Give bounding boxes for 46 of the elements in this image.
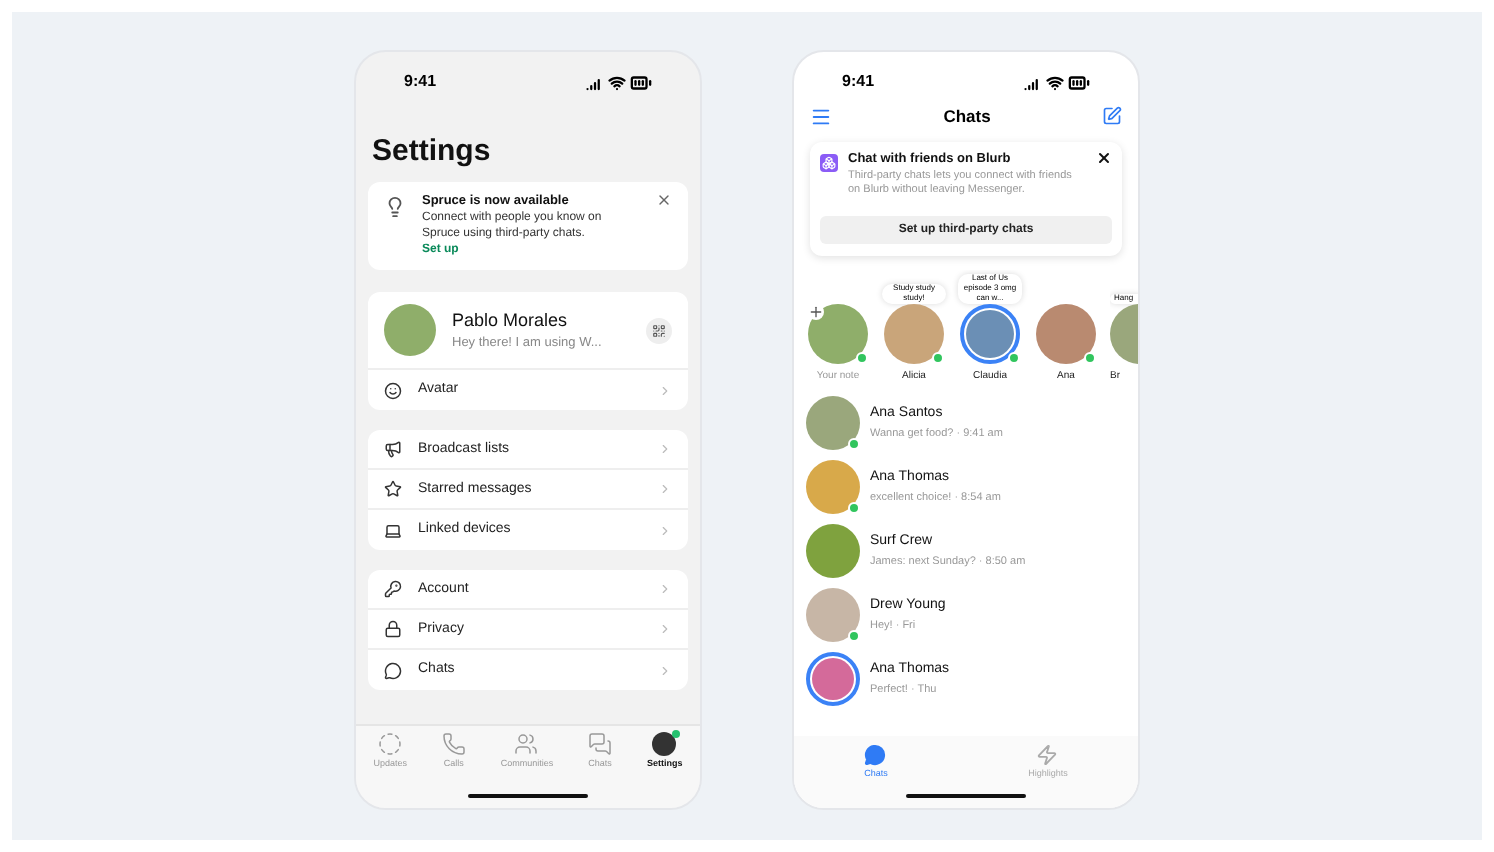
compose-button[interactable] bbox=[1102, 106, 1122, 126]
updates-tab-icon bbox=[378, 732, 403, 756]
account-icon bbox=[384, 580, 402, 599]
chevron-icon bbox=[658, 622, 672, 637]
signal-icon bbox=[1024, 73, 1042, 91]
chevron-icon bbox=[658, 663, 672, 678]
calls-tab-icon bbox=[441, 732, 466, 756]
privacy-icon bbox=[384, 620, 402, 639]
wifi-icon bbox=[608, 73, 626, 91]
status-time: 9:41 bbox=[842, 70, 875, 94]
page-title: Settings bbox=[370, 132, 493, 172]
chats-icon bbox=[384, 661, 402, 680]
compose-icon bbox=[1102, 106, 1122, 126]
home-indicator bbox=[468, 794, 588, 798]
chevron-icon bbox=[658, 523, 672, 538]
chevron-icon bbox=[658, 383, 672, 398]
app-logo-icon bbox=[820, 154, 838, 172]
chats-tab-icon bbox=[588, 732, 613, 756]
chats-tab-icon bbox=[864, 744, 887, 766]
close-button[interactable] bbox=[1096, 150, 1112, 166]
chevron-icon bbox=[658, 582, 672, 597]
menu-icon bbox=[810, 105, 832, 127]
lightbulb-icon bbox=[384, 195, 406, 217]
profile-avatar[interactable] bbox=[384, 304, 436, 357]
status-time: 9:41 bbox=[404, 70, 437, 94]
close-icon bbox=[1096, 150, 1112, 166]
broadcast-icon bbox=[384, 440, 402, 459]
starred-icon bbox=[384, 480, 402, 499]
chevron-icon bbox=[658, 482, 672, 497]
menu-button[interactable] bbox=[810, 105, 832, 127]
signal-icon bbox=[586, 73, 604, 91]
devices-icon bbox=[384, 521, 402, 540]
qr-code-icon bbox=[652, 323, 666, 338]
profile-icon bbox=[652, 732, 677, 756]
avatar-icon bbox=[384, 381, 402, 400]
qr-code-button[interactable] bbox=[646, 317, 672, 344]
page-title: Chats bbox=[943, 103, 991, 129]
battery-icon bbox=[1068, 71, 1090, 93]
highlights-tab-icon bbox=[1036, 744, 1059, 766]
close-icon bbox=[656, 191, 672, 207]
communities-tab-icon bbox=[514, 732, 539, 756]
battery-icon bbox=[630, 71, 652, 93]
home-indicator bbox=[906, 794, 1026, 798]
chevron-icon bbox=[658, 442, 672, 457]
wifi-icon bbox=[1046, 73, 1064, 91]
profile-name: Pablo Morales bbox=[452, 307, 570, 334]
